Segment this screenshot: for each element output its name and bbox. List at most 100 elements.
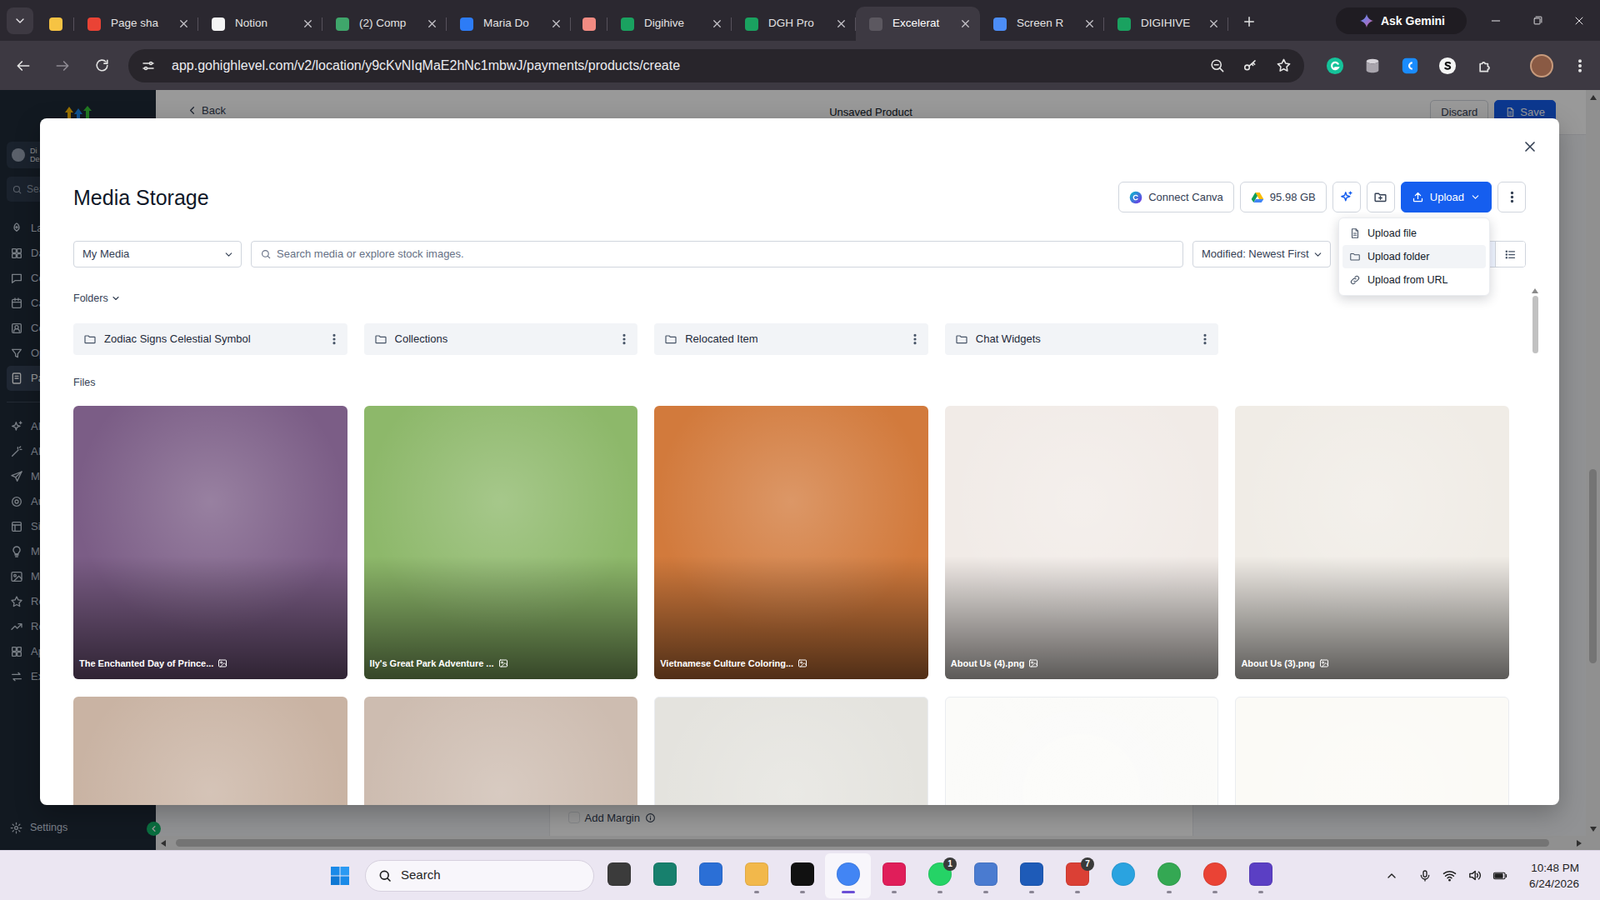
file-card[interactable] <box>945 696 1220 805</box>
browser-tab[interactable]: Page sha <box>74 6 199 41</box>
taskbar-app[interactable] <box>870 853 917 899</box>
modal-scrollbar[interactable] <box>1530 288 1540 354</box>
taskbar-app[interactable]: 1 <box>916 853 963 899</box>
file-card[interactable] <box>654 696 929 805</box>
close-icon[interactable] <box>835 17 848 30</box>
media-search-input[interactable] <box>276 245 1175 263</box>
new-tab-button[interactable] <box>1233 5 1265 38</box>
taskbar-app[interactable] <box>1237 853 1284 899</box>
upload-button[interactable]: Upload <box>1400 181 1492 213</box>
browser-tab[interactable]: DIGIHIVE <box>1104 6 1229 41</box>
start-button[interactable] <box>323 859 357 893</box>
browser-tab[interactable] <box>37 6 75 41</box>
source-select[interactable]: My Media <box>73 240 242 268</box>
reload-button[interactable] <box>85 49 119 83</box>
browser-tab[interactable]: Maria Do <box>446 6 571 41</box>
file-card[interactable] <box>1235 696 1510 805</box>
media-search[interactable] <box>250 240 1184 268</box>
upload-menu-item[interactable]: Upload file <box>1342 221 1486 245</box>
upload-menu-item[interactable]: Upload from URL <box>1342 268 1486 292</box>
extension-button[interactable] <box>1395 50 1425 81</box>
file-card[interactable]: About Us (4).png <box>945 405 1220 680</box>
folder-card[interactable]: Zodiac Signs Celestial Symbol <box>73 323 348 355</box>
taskbar-app[interactable] <box>595 853 642 899</box>
minimize-button[interactable] <box>1475 0 1517 41</box>
extension-button[interactable] <box>1432 50 1463 81</box>
folders-toggle[interactable]: Folders <box>73 290 1510 307</box>
address-bar[interactable]: app.gohighlevel.com/v2/location/y9cKvNIq… <box>128 49 1305 83</box>
connect-canva-button[interactable]: Connect Canva <box>1118 181 1235 213</box>
restore-button[interactable] <box>1516 0 1559 41</box>
close-modal-button[interactable] <box>1519 135 1541 158</box>
taskbar-app[interactable] <box>779 853 825 899</box>
close-icon[interactable] <box>1083 17 1096 30</box>
folder-card[interactable]: Collections <box>364 323 639 355</box>
extensions-menu-button[interactable] <box>1470 50 1500 81</box>
extension-button[interactable] <box>1357 50 1388 81</box>
profile-avatar-icon[interactable] <box>1530 54 1554 78</box>
folder-card[interactable]: Relocated Item <box>654 323 929 355</box>
bookmark-button[interactable] <box>1268 52 1299 80</box>
file-card[interactable]: About Us (3).png <box>1235 405 1510 680</box>
close-icon[interactable] <box>710 17 724 30</box>
file-card[interactable]: The Enchanted Day of Prince... <box>73 405 348 680</box>
volume-button[interactable] <box>1462 862 1488 890</box>
canva-icon <box>1129 190 1143 205</box>
close-icon[interactable] <box>177 17 190 30</box>
tab-search-button[interactable] <box>6 7 34 35</box>
favicon-icon <box>620 17 635 31</box>
taskbar-app[interactable] <box>687 853 734 899</box>
taskbar-app[interactable] <box>733 853 780 899</box>
file-card[interactable] <box>73 696 348 805</box>
scroll-thumb[interactable] <box>1532 295 1539 354</box>
taskbar-app[interactable] <box>1191 853 1238 899</box>
browser-tab[interactable]: Digihive <box>607 6 732 41</box>
browser-tab[interactable]: Screen R <box>980 6 1105 41</box>
close-icon[interactable] <box>550 17 563 30</box>
site-info-button[interactable] <box>133 52 164 80</box>
browser-tab[interactable]: Excelerat <box>855 6 980 41</box>
more-options-button[interactable] <box>1497 181 1526 213</box>
taskbar-search[interactable]: Search <box>365 860 595 892</box>
browser-menu-button[interactable] <box>1566 52 1594 80</box>
close-icon[interactable] <box>425 17 439 30</box>
new-folder-button[interactable] <box>1366 181 1395 213</box>
close-icon[interactable] <box>959 17 972 30</box>
url-text[interactable]: app.gohighlevel.com/v2/location/y9cKvNIq… <box>171 55 1202 76</box>
browser-tab[interactable]: (2) Comp <box>322 6 447 41</box>
clock[interactable]: 10:48 PM6/24/2026 <box>1529 860 1580 892</box>
taskbar-app[interactable] <box>825 853 871 899</box>
ai-generate-button[interactable] <box>1332 181 1361 213</box>
taskbar-app[interactable]: 7 <box>1054 853 1100 899</box>
password-button[interactable] <box>1235 52 1265 80</box>
close-icon[interactable] <box>1207 17 1220 30</box>
list-view-button[interactable] <box>1495 241 1525 267</box>
wifi-icon <box>1442 868 1457 883</box>
close-window-button[interactable] <box>1558 0 1600 41</box>
back-button[interactable] <box>6 49 40 83</box>
taskbar-app[interactable] <box>1145 853 1192 899</box>
sort-select[interactable]: Modified: Newest First <box>1192 240 1331 268</box>
ask-gemini-button[interactable]: Ask Gemini <box>1335 7 1467 35</box>
upload-menu-item[interactable]: Upload folder <box>1342 245 1486 269</box>
browser-tab[interactable]: Notion <box>198 6 323 41</box>
extension-button[interactable] <box>1320 50 1350 81</box>
network-button[interactable] <box>1437 862 1463 890</box>
file-card[interactable] <box>364 696 639 805</box>
taskbar-app[interactable] <box>962 853 1009 899</box>
battery-button[interactable] <box>1487 862 1513 890</box>
browser-tab[interactable]: DGH Pro <box>731 6 856 41</box>
storage-button[interactable]: 95.98 GB <box>1240 181 1327 213</box>
file-card[interactable]: Ily's Great Park Adventure ... <box>364 405 639 680</box>
folder-card[interactable]: Chat Widgets <box>945 323 1220 355</box>
taskbar-app[interactable] <box>1008 853 1055 899</box>
zoom-button[interactable] <box>1201 52 1232 80</box>
taskbar-app[interactable] <box>1100 853 1146 899</box>
microphone-button[interactable] <box>1412 862 1438 890</box>
hidden-icons-button[interactable] <box>1379 862 1405 890</box>
taskbar-app[interactable] <box>641 853 688 899</box>
file-card[interactable]: Vietnamese Culture Coloring... <box>654 405 929 680</box>
close-icon[interactable] <box>301 17 315 30</box>
browser-tab[interactable] <box>570 6 608 41</box>
forward-button[interactable] <box>45 49 80 83</box>
